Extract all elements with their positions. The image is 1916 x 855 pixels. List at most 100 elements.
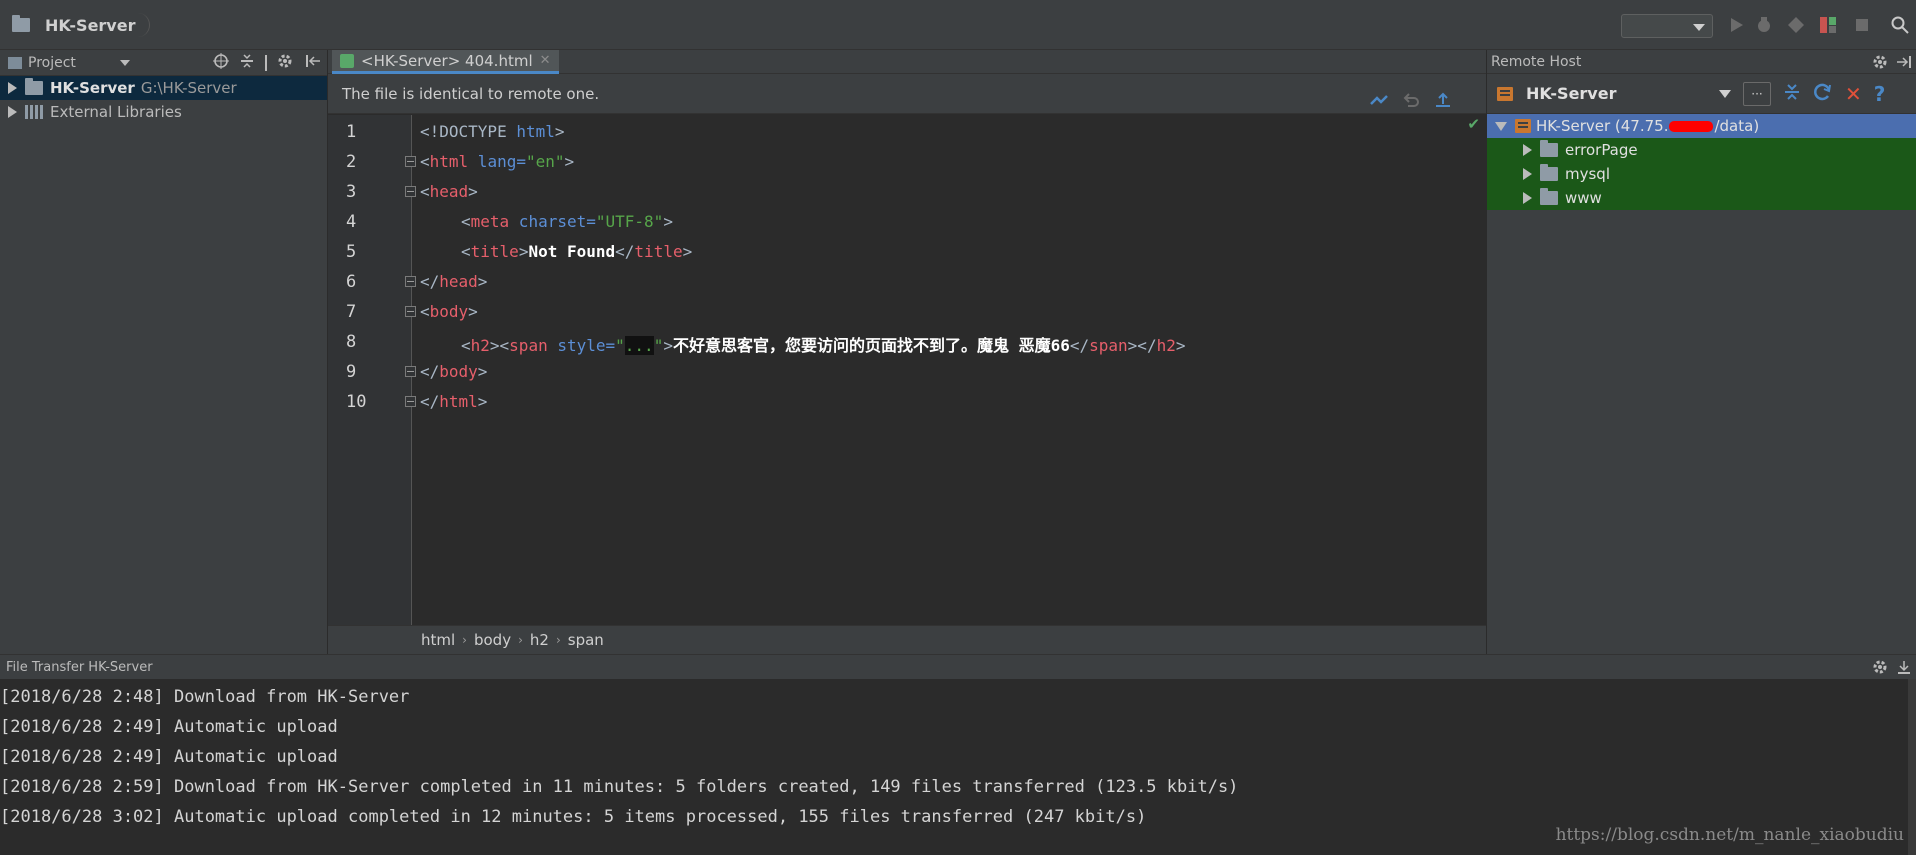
project-panel: Project HK-Server G:\HK-Server External … — [0, 50, 328, 654]
close-icon[interactable]: ✕ — [540, 53, 551, 68]
line-number: 1 — [346, 122, 357, 142]
remote-folder-mysql[interactable]: mysql — [1487, 162, 1916, 186]
folder-icon — [1540, 164, 1558, 181]
breadcrumb-separator-icon: › — [555, 633, 561, 647]
remote-root-path: /data) — [1714, 117, 1760, 135]
log-line: [2018/6/28 3:02] Automatic upload comple… — [0, 807, 1147, 827]
expand-arrow-icon[interactable] — [1523, 192, 1532, 204]
file-transfer-panel: File Transfer HK-Server [2018/6/28 2:48]… — [0, 654, 1916, 855]
folder-icon — [12, 15, 30, 32]
remote-host-title: Remote Host — [1491, 53, 1582, 70]
line-number: 10 — [346, 392, 367, 412]
run-icon[interactable] — [1726, 15, 1746, 35]
remote-folder-errorpage[interactable]: errorPage — [1487, 138, 1916, 162]
line-number: 9 — [346, 362, 357, 382]
breadcrumb-item[interactable]: html — [421, 631, 455, 649]
remote-host-header: Remote Host — [1487, 50, 1916, 74]
line-number: 5 — [346, 242, 357, 262]
fold-marker-icon[interactable] — [405, 186, 416, 197]
rerun-icon[interactable] — [1818, 15, 1838, 35]
chevron-down-icon[interactable] — [1719, 90, 1731, 98]
collapse-all-icon[interactable] — [1783, 83, 1801, 105]
fold-marker-icon[interactable] — [405, 396, 416, 407]
remote-host-toolbar: HK-Server ··· ✕ ? — [1487, 74, 1916, 114]
breadcrumb-item[interactable]: h2 — [530, 631, 549, 649]
tree-item-label: External Libraries — [50, 103, 182, 121]
upload-icon[interactable] — [1434, 92, 1452, 112]
editor-tab-strip: <HK-Server> 404.html ✕ — [328, 50, 1486, 74]
code-line: <meta charset="UTF-8"> — [461, 212, 673, 231]
fold-marker-icon[interactable] — [405, 276, 416, 287]
hide-panel-icon[interactable] — [1896, 659, 1912, 679]
expand-arrow-icon[interactable] — [1523, 168, 1532, 180]
navigation-bar: HK-Server — [0, 0, 1916, 50]
compare-remote-icon[interactable] — [1370, 92, 1388, 112]
project-breadcrumb[interactable]: HK-Server — [12, 13, 151, 37]
stop-icon[interactable] — [1852, 15, 1872, 35]
fold-marker-icon[interactable] — [405, 306, 416, 317]
close-icon[interactable]: ✕ — [1845, 84, 1862, 104]
code-line: <title>Not Found</title> — [461, 242, 693, 261]
breadcrumb-separator-icon: › — [518, 633, 523, 647]
notice-text: The file is identical to remote one. — [342, 84, 600, 103]
code-line: <h2><span style="...">不好意思客官，您要访问的页面找不到了… — [461, 336, 1186, 355]
log-line: [2018/6/28 2:48] Download from HK-Server — [0, 687, 410, 707]
html-file-icon — [340, 53, 354, 68]
gear-icon[interactable] — [1872, 659, 1890, 679]
remote-folder-www[interactable]: www — [1487, 186, 1916, 210]
server-icon — [1515, 119, 1531, 133]
line-number: 7 — [346, 302, 357, 322]
expand-arrow-icon[interactable] — [8, 82, 17, 94]
line-number: 6 — [346, 272, 357, 292]
log-line: [2018/6/28 2:59] Download from HK-Server… — [0, 777, 1239, 797]
browse-button[interactable]: ··· — [1743, 82, 1771, 106]
collapse-all-icon[interactable] — [239, 53, 255, 73]
no-errors-check-icon: ✔ — [1467, 115, 1480, 133]
code-line: <html lang="en"> — [420, 152, 575, 171]
code-line: <head> — [420, 182, 478, 201]
tab-404-html[interactable]: <HK-Server> 404.html ✕ — [332, 50, 559, 74]
line-number: 2 — [346, 152, 357, 172]
debug-icon[interactable] — [1754, 15, 1774, 35]
search-icon[interactable] — [1890, 15, 1910, 35]
tree-item-project-root[interactable]: HK-Server G:\HK-Server — [0, 76, 327, 100]
breadcrumb-item[interactable]: span — [568, 631, 604, 649]
chevron-down-icon[interactable] — [119, 59, 130, 66]
code-line: <!DOCTYPE html> — [420, 122, 565, 141]
hide-panel-icon[interactable] — [305, 53, 321, 73]
divider — [265, 55, 267, 71]
help-icon[interactable]: ? — [1874, 84, 1886, 104]
remote-tree-root[interactable]: HK-Server (47.75. /data) — [1487, 114, 1916, 138]
gear-icon[interactable] — [277, 53, 295, 73]
run-configuration-select[interactable] — [1621, 14, 1713, 38]
library-icon — [25, 105, 43, 119]
breadcrumb: html › body › h2 › span — [328, 625, 1486, 654]
remote-folder-label: errorPage — [1565, 141, 1638, 159]
coverage-icon[interactable] — [1786, 15, 1806, 35]
line-number-gutter: 1 2 3 4 5 6 7 8 9 10 — [328, 115, 416, 625]
tree-item-external-libraries[interactable]: External Libraries — [0, 100, 327, 124]
hide-panel-icon[interactable] — [1896, 54, 1912, 74]
fold-marker-icon[interactable] — [405, 156, 416, 167]
file-transfer-header: File Transfer HK-Server — [0, 655, 1916, 679]
expand-arrow-icon[interactable] — [1495, 121, 1507, 131]
refresh-icon[interactable] — [1813, 82, 1833, 106]
project-name: HK-Server — [45, 15, 136, 35]
breadcrumb-item[interactable]: body — [474, 631, 511, 649]
scrollbar[interactable] — [1908, 679, 1916, 855]
revert-icon[interactable] — [1402, 92, 1420, 112]
gear-icon[interactable] — [1872, 54, 1890, 74]
remote-host-panel: Remote Host HK-Server ··· ✕ ? HK-Server … — [1486, 50, 1916, 654]
fold-marker-icon[interactable] — [405, 366, 416, 377]
code-line: <body> — [420, 302, 478, 321]
expand-arrow-icon[interactable] — [1523, 144, 1532, 156]
locate-icon[interactable] — [213, 53, 229, 73]
remote-root-label: HK-Server (47.75. — [1536, 117, 1669, 135]
expand-arrow-icon[interactable] — [8, 106, 17, 118]
file-transfer-title: File Transfer HK-Server — [6, 659, 153, 675]
server-name: HK-Server — [1526, 84, 1617, 103]
server-icon — [1497, 86, 1513, 101]
tab-label: <HK-Server> 404.html — [361, 51, 533, 70]
project-panel-title[interactable]: Project — [28, 55, 76, 71]
server-select[interactable]: HK-Server — [1497, 84, 1719, 103]
